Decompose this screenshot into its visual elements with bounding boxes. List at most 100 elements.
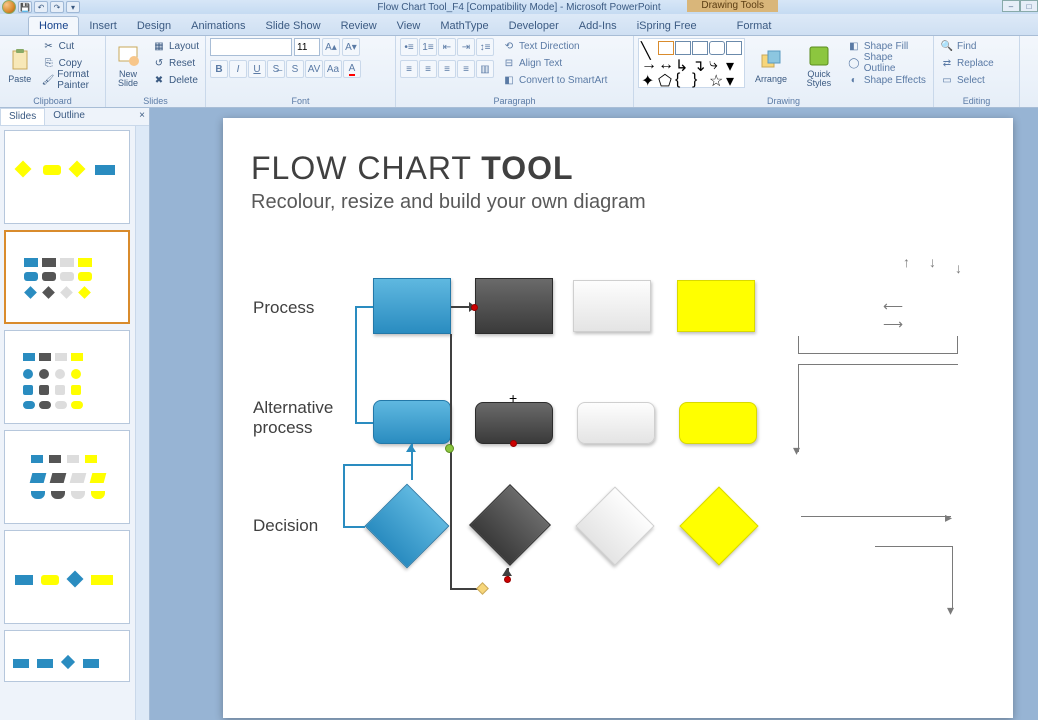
tab-design[interactable]: Design [127,17,181,35]
cut-button[interactable]: ✂Cut [40,38,101,54]
align-text-button[interactable]: ⊟Align Text [500,55,609,71]
numbering-button[interactable]: 1≡ [419,38,437,56]
tab-addins[interactable]: Add-Ins [569,17,627,35]
slide-thumb-2[interactable] [4,230,130,324]
font-size-input[interactable] [294,38,320,56]
tab-slides[interactable]: Slides [0,108,45,125]
shape-outline-button[interactable]: ◯Shape Outline [845,55,929,71]
connector-dark-2a[interactable] [450,334,452,590]
guide-box-3[interactable] [875,546,953,610]
guide-arrow-down2[interactable]: ↓ [955,260,962,276]
shrink-font-button[interactable]: A▾ [342,38,360,56]
shape-decision-blue[interactable] [365,484,450,569]
align-left-button[interactable]: ≡ [400,60,418,78]
delete-button[interactable]: ✖Delete [150,72,201,88]
underline-button[interactable]: U [248,60,266,78]
shapes-gallery[interactable]: ╲ →↔↳↴⤷▾ ✦⬠{}☆▾ [638,38,745,88]
quick-styles-button[interactable]: Quick Styles [797,38,841,94]
shadow-button[interactable]: S [286,60,304,78]
shape-decision-yellow[interactable] [679,486,758,565]
grow-font-button[interactable]: A▴ [322,38,340,56]
minimize-button[interactable]: – [1002,0,1020,12]
office-button[interactable] [2,0,16,14]
slide-thumb-4[interactable] [4,430,130,524]
align-center-button[interactable]: ≡ [419,60,437,78]
guide-arrow-up[interactable]: ↑ [903,254,910,270]
align-right-button[interactable]: ≡ [438,60,456,78]
tab-developer[interactable]: Developer [499,17,569,35]
paste-button[interactable]: Paste [4,38,36,94]
slide-area[interactable]: FLOW CHART TOOL Recolour, resize and bui… [150,108,1038,720]
spacing-button[interactable]: AV [305,60,323,78]
guide-arrow-left[interactable]: ⟵ [883,298,903,315]
shape-altprocess-grey[interactable] [577,402,655,444]
reset-button[interactable]: ↺Reset [150,55,201,71]
tab-insert[interactable]: Insert [79,17,127,35]
bullets-button[interactable]: •≡ [400,38,418,56]
shape-decision-grey[interactable] [575,486,654,565]
qat-undo-icon[interactable]: ↶ [34,1,48,13]
indent-left-button[interactable]: ⇤ [438,38,456,56]
close-pane-button[interactable]: × [135,108,149,125]
guide-arrow-right[interactable]: ⟶ [883,316,903,333]
qat-redo-icon[interactable]: ↷ [50,1,64,13]
guide-arrow-right2[interactable]: ▸ [945,509,952,526]
tab-outline[interactable]: Outline [45,108,93,125]
shape-process-grey[interactable] [573,280,651,332]
smartart-button[interactable]: ◧Convert to SmartArt [500,72,609,88]
guide-box-2[interactable] [798,364,958,452]
justify-button[interactable]: ≡ [457,60,475,78]
slide-thumb-3[interactable] [4,330,130,424]
shape-altprocess-dark[interactable] [475,402,553,444]
guide-arrow-down4[interactable]: ▾ [947,602,954,619]
guide-arrow-down[interactable]: ↓ [929,254,936,270]
shape-altprocess-yellow[interactable] [679,402,757,444]
tab-mathtype[interactable]: MathType [430,17,498,35]
bold-button[interactable]: B [210,60,228,78]
shape-altprocess-blue[interactable] [373,400,451,444]
font-color-button[interactable]: A [343,60,361,78]
case-button[interactable]: Aa [324,60,342,78]
font-name-input[interactable] [210,38,292,56]
indent-right-button[interactable]: ⇥ [457,38,475,56]
tab-review[interactable]: Review [331,17,387,35]
slide-thumb-6[interactable] [4,630,130,682]
connector-blue-1[interactable] [355,306,373,308]
shape-process-blue[interactable] [373,278,451,334]
connector-blue-3a[interactable] [343,464,345,526]
qat-save-icon[interactable]: 💾 [18,1,32,13]
slide-thumb-5[interactable] [4,530,130,624]
selection-handle-3[interactable] [504,576,511,583]
tab-slideshow[interactable]: Slide Show [256,17,331,35]
adjust-handle[interactable] [476,582,489,595]
columns-button[interactable]: ▥ [476,60,494,78]
tab-home[interactable]: Home [28,16,79,35]
slide-thumb-1[interactable] [4,130,130,224]
text-direction-button[interactable]: ⟲Text Direction [500,38,609,54]
thumbs-scrollbar[interactable] [135,126,149,720]
selection-handle-1[interactable] [471,304,478,311]
replace-button[interactable]: ⇄Replace [938,55,996,71]
slide-canvas[interactable]: FLOW CHART TOOL Recolour, resize and bui… [223,118,1013,718]
shape-process-yellow[interactable] [677,280,755,332]
format-painter-button[interactable]: 🖌Format Painter [40,72,101,88]
tab-animations[interactable]: Animations [181,17,255,35]
linespacing-button[interactable]: ↕≡ [476,38,494,56]
shape-decision-dark[interactable] [469,484,551,566]
arrange-button[interactable]: Arrange [749,38,793,94]
rotation-handle[interactable] [445,444,454,453]
guide-box-1[interactable] [798,336,958,354]
maximize-button[interactable]: □ [1020,0,1038,12]
qat-more-icon[interactable]: ▾ [66,1,80,13]
tab-format[interactable]: Format [727,17,782,35]
shape-effects-button[interactable]: ◐Shape Effects [845,72,929,88]
italic-button[interactable]: I [229,60,247,78]
selection-handle-2[interactable] [510,440,517,447]
new-slide-button[interactable]: New Slide [110,38,146,94]
strikethrough-button[interactable]: S̶ [267,60,285,78]
shape-process-dark[interactable] [475,278,553,334]
tab-view[interactable]: View [387,17,431,35]
tab-ispring[interactable]: iSpring Free [627,17,707,35]
thumbs-list[interactable] [0,126,149,720]
guide-line-1[interactable] [801,516,951,517]
